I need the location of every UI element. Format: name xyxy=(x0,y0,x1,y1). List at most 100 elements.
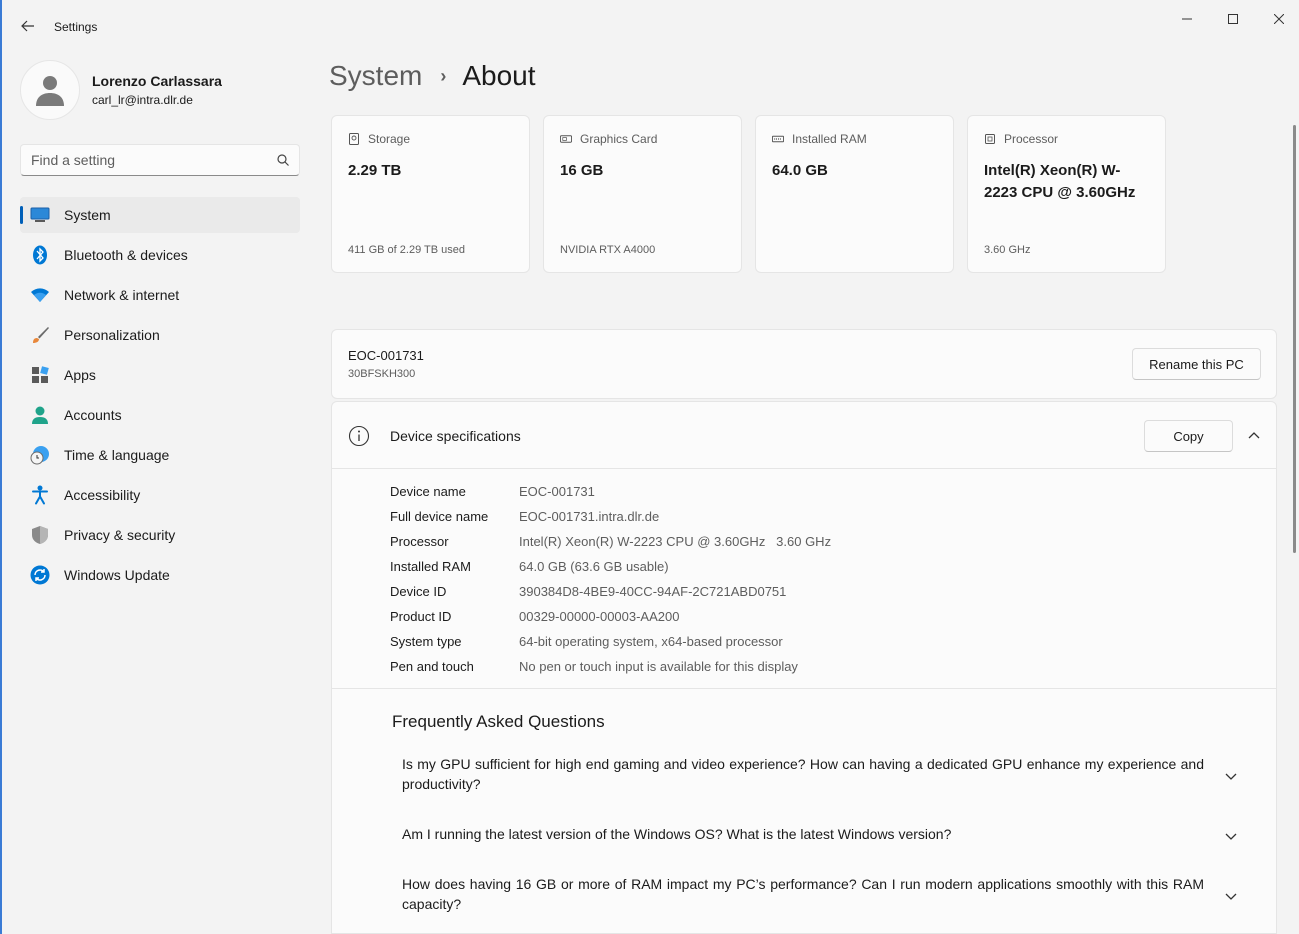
shield-icon xyxy=(30,525,50,545)
sidebar-item-bluetooth[interactable]: Bluetooth & devices xyxy=(20,237,300,273)
faq-item[interactable]: How does having 16 GB or more of RAM imp… xyxy=(402,874,1204,914)
search-box[interactable]: Find a setting xyxy=(20,144,300,176)
card-label: Storage xyxy=(368,132,411,146)
spec-value: 390384D8-4BE9-40CC-94AF-2C721ABD0751 xyxy=(519,584,787,599)
sidebar-item-label: Network & internet xyxy=(64,287,180,303)
sidebar-nav: System Bluetooth & devices Network & int… xyxy=(20,197,300,597)
close-button[interactable] xyxy=(1256,4,1299,34)
storage-icon xyxy=(348,133,360,145)
spec-row: Processor Intel(R) Xeon(R) W-2223 CPU @ … xyxy=(390,529,831,554)
spec-key: System type xyxy=(390,634,462,649)
search-icon xyxy=(277,154,289,166)
bluetooth-icon xyxy=(30,245,50,265)
profile-email: carl_lr@intra.dlr.de xyxy=(92,93,193,107)
sidebar-item-accessibility[interactable]: Accessibility xyxy=(20,477,300,513)
divider xyxy=(332,688,1276,689)
spec-key: Product ID xyxy=(390,609,452,624)
update-icon xyxy=(30,565,50,585)
sidebar-item-label: Privacy & security xyxy=(64,527,176,543)
spec-key: Installed RAM xyxy=(390,559,471,574)
spec-row: Installed RAM 64.0 GB (63.6 GB usable) xyxy=(390,554,831,579)
sidebar-item-label: Windows Update xyxy=(64,567,170,583)
pc-name: EOC-001731 xyxy=(348,348,424,363)
sidebar-item-label: Time & language xyxy=(64,447,170,463)
spec-key: Device name xyxy=(390,484,466,499)
accounts-icon xyxy=(30,405,50,425)
spec-value: Intel(R) Xeon(R) W-2223 CPU @ 3.60GHz 3.… xyxy=(519,534,832,549)
ram-icon xyxy=(772,133,784,145)
scrollbar[interactable] xyxy=(1293,125,1296,553)
sidebar-item-apps[interactable]: Apps xyxy=(20,357,300,393)
sidebar-item-network[interactable]: Network & internet xyxy=(20,277,300,313)
card-subtext: 411 GB of 2.29 TB used xyxy=(348,244,466,256)
storage-card[interactable]: Storage 2.29 TB 411 GB of 2.29 TB used xyxy=(331,115,530,273)
installed-ram-card[interactable]: Installed RAM 64.0 GB xyxy=(755,115,954,273)
back-button[interactable] xyxy=(14,12,42,40)
page-title: About xyxy=(462,60,536,91)
search-input[interactable]: Find a setting xyxy=(31,152,277,168)
sidebar-item-time-language[interactable]: Time & language xyxy=(20,437,300,473)
breadcrumb: System › About xyxy=(329,60,536,92)
chevron-down-icon[interactable] xyxy=(1225,828,1237,846)
sidebar-item-accounts[interactable]: Accounts xyxy=(20,397,300,433)
maximize-button[interactable] xyxy=(1210,4,1256,34)
profile-name: Lorenzo Carlassara xyxy=(92,73,222,89)
spec-value: 64-bit operating system, x64-based proce… xyxy=(519,634,783,649)
faq-title: Frequently Asked Questions xyxy=(392,712,605,731)
spec-value: 00329-00000-00003-AA200 xyxy=(519,609,680,624)
breadcrumb-parent[interactable]: System xyxy=(329,60,422,92)
minimize-icon xyxy=(1182,18,1192,20)
spec-value: EOC-001731.intra.dlr.de xyxy=(519,509,660,524)
processor-icon xyxy=(984,133,996,145)
card-subtext: NVIDIA RTX A4000 xyxy=(560,244,656,256)
device-specifications-header[interactable]: Device specifications Copy xyxy=(332,402,1276,469)
faq-item[interactable]: Is my GPU sufficient for high end gaming… xyxy=(402,754,1204,794)
chevron-up-icon[interactable] xyxy=(1248,426,1260,444)
pc-name-panel: EOC-001731 30BFSKH300 Rename this PC xyxy=(331,329,1277,399)
chevron-down-icon[interactable] xyxy=(1225,888,1237,906)
sidebar-item-windows-update[interactable]: Windows Update xyxy=(20,557,300,593)
wifi-icon xyxy=(30,285,50,305)
spec-row: Product ID 00329-00000-00003-AA200 xyxy=(390,604,831,629)
avatar xyxy=(20,60,80,120)
card-subtext: 3.60 GHz xyxy=(984,244,1031,256)
system-icon xyxy=(30,205,50,225)
summary-cards: Storage 2.29 TB 411 GB of 2.29 TB used G… xyxy=(331,115,1166,273)
sidebar-item-label: Accounts xyxy=(64,407,122,423)
card-value: Intel(R) Xeon(R) W-2223 CPU @ 3.60GHz xyxy=(984,162,1136,201)
card-value: 2.29 TB xyxy=(348,162,402,179)
spec-value: EOC-001731 xyxy=(519,484,595,499)
chevron-down-icon[interactable] xyxy=(1225,768,1237,786)
close-icon xyxy=(1274,14,1284,24)
app-title: Settings xyxy=(54,20,98,34)
breadcrumb-separator-icon: › xyxy=(440,65,447,86)
card-label: Processor xyxy=(1004,132,1059,146)
brush-icon xyxy=(30,325,50,345)
card-value: 64.0 GB xyxy=(772,162,828,179)
device-specifications-panel: Device specifications Copy Device name E… xyxy=(331,401,1277,934)
sidebar-item-label: System xyxy=(64,207,111,223)
spec-key: Pen and touch xyxy=(390,659,474,674)
sidebar-item-system[interactable]: System xyxy=(20,197,300,233)
sidebar-item-privacy-security[interactable]: Privacy & security xyxy=(20,517,300,553)
minimize-button[interactable] xyxy=(1164,4,1210,34)
user-profile[interactable]: Lorenzo Carlassara carl_lr@intra.dlr.de xyxy=(20,60,222,120)
graphics-card-card[interactable]: Graphics Card 16 GB NVIDIA RTX A4000 xyxy=(543,115,742,273)
copy-button[interactable]: Copy xyxy=(1144,420,1233,452)
spec-key: Full device name xyxy=(390,509,489,524)
card-label: Graphics Card xyxy=(580,132,658,146)
processor-card[interactable]: Processor Intel(R) Xeon(R) W-2223 CPU @ … xyxy=(967,115,1166,273)
graphics-card-icon xyxy=(560,133,572,145)
spec-row: System type 64-bit operating system, x64… xyxy=(390,629,831,654)
sidebar-item-personalization[interactable]: Personalization xyxy=(20,317,300,353)
rename-pc-button[interactable]: Rename this PC xyxy=(1132,348,1261,380)
sidebar-item-label: Bluetooth & devices xyxy=(64,247,188,263)
spec-row: Pen and touch No pen or touch input is a… xyxy=(390,654,831,679)
sidebar-item-label: Apps xyxy=(64,367,96,383)
faq-item[interactable]: Am I running the latest version of the W… xyxy=(402,824,1204,844)
back-arrow-icon xyxy=(21,20,34,32)
card-label: Installed RAM xyxy=(792,132,867,146)
spec-row: Full device name EOC-001731.intra.dlr.de xyxy=(390,504,831,529)
spec-row: Device ID 390384D8-4BE9-40CC-94AF-2C721A… xyxy=(390,579,831,604)
device-specifications-table: Device name EOC-001731 Full device name … xyxy=(390,479,831,679)
